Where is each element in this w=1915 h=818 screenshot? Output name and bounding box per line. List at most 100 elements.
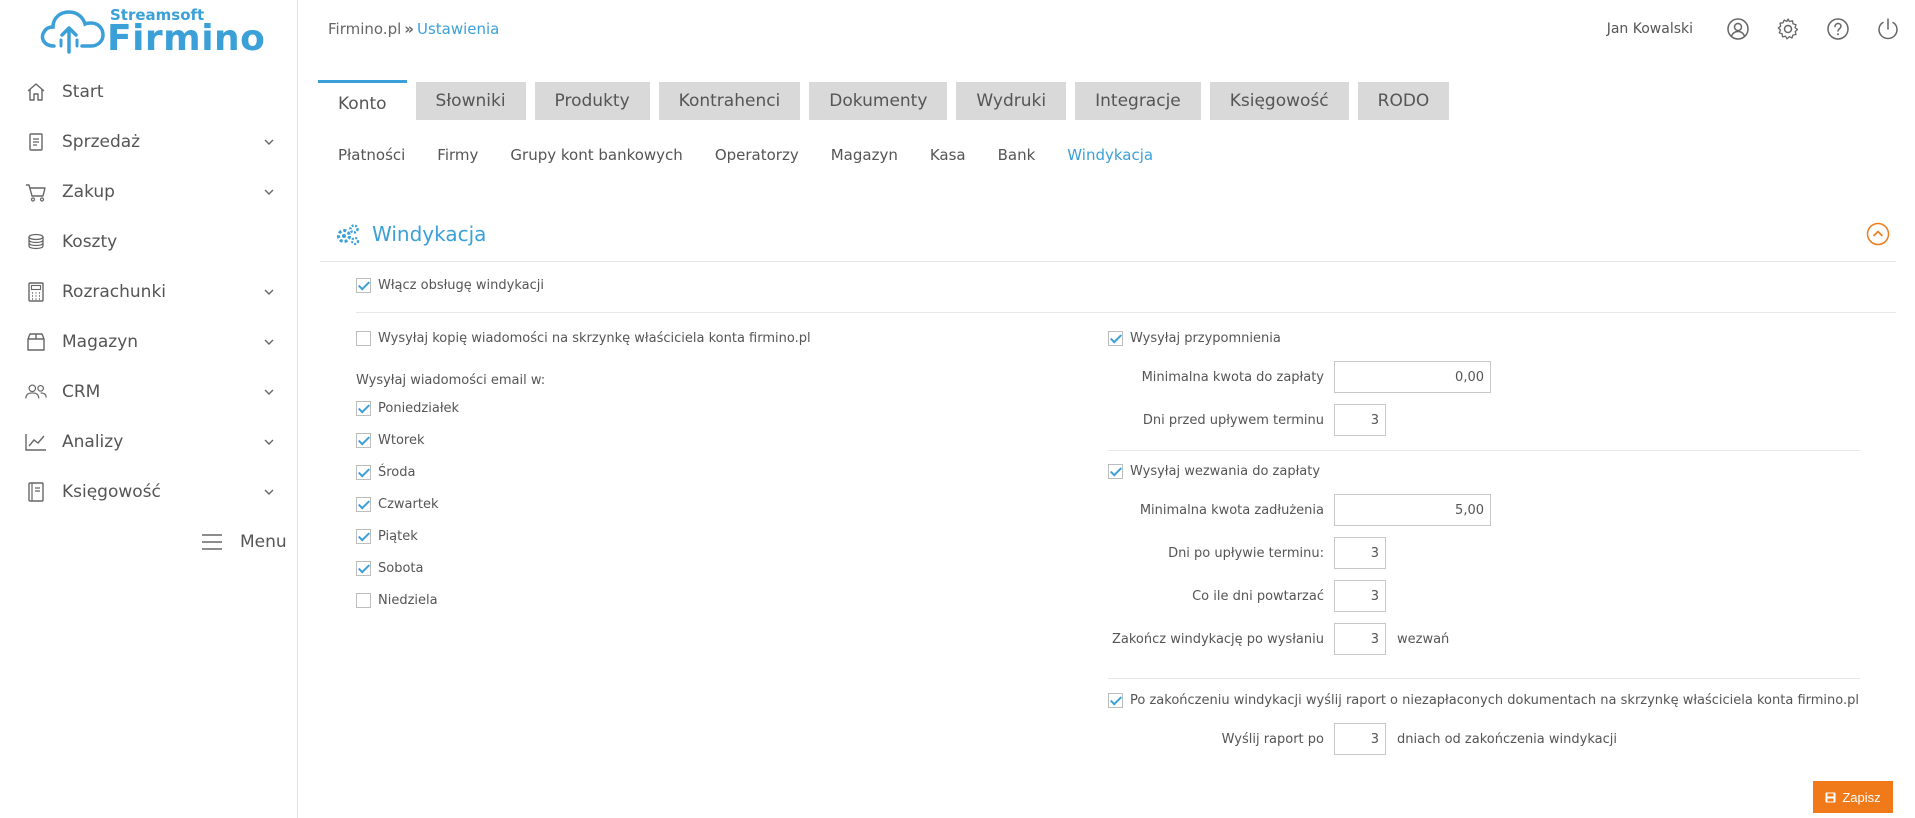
day-checkbox[interactable] (356, 561, 371, 576)
tab-dokumenty[interactable]: Dokumenty (809, 82, 948, 120)
tab-rodo[interactable]: RODO (1357, 82, 1450, 120)
days-after-input[interactable] (1334, 537, 1386, 569)
finish-after-input[interactable] (1334, 623, 1386, 655)
tab-wydruki[interactable]: Wydruki (956, 82, 1067, 120)
sidebar-item-label: Zakup (62, 182, 115, 202)
day-label: Sobota (378, 561, 424, 576)
day-row-piatek[interactable]: Piątek (356, 529, 418, 544)
breadcrumb-root[interactable]: Firmino.pl (328, 20, 401, 38)
subtab-magazyn[interactable]: Magazyn (831, 146, 898, 164)
chevron-down-icon (264, 489, 274, 495)
min-amount-input[interactable] (1334, 361, 1491, 393)
tab-slowniki[interactable]: Słowniki (415, 82, 526, 120)
day-checkbox[interactable] (356, 401, 371, 416)
sidebar-item-start[interactable]: Start (0, 72, 298, 112)
sidebar-item-label: Analizy (62, 432, 124, 452)
day-label: Poniedziałek (378, 401, 460, 416)
hamburger-icon (202, 534, 222, 550)
demands-checkbox[interactable] (1108, 464, 1123, 479)
menu-toggle-button[interactable]: Menu (200, 528, 290, 556)
day-row-sobota[interactable]: Sobota (356, 561, 423, 576)
days-before-label: Dni przed upływem terminu (1142, 413, 1324, 428)
demands-row[interactable]: Wysyłaj wezwania do zapłaty (1108, 464, 1320, 479)
subtab-operatorzy[interactable]: Operatorzy (715, 146, 799, 164)
sidebar-item-koszty[interactable]: Koszty (0, 222, 298, 262)
tab-konto[interactable]: Konto (318, 80, 407, 122)
gears-icon (334, 222, 362, 252)
power-icon[interactable] (1875, 16, 1901, 42)
save-button[interactable]: Zapisz (1813, 781, 1893, 813)
subtab-windykacja[interactable]: Windykacja (1067, 146, 1153, 164)
day-row-wtorek[interactable]: Wtorek (356, 433, 425, 448)
divider (1108, 450, 1860, 451)
chevron-down-icon (264, 289, 274, 295)
subtab-grupy-kont-bankowych[interactable]: Grupy kont bankowych (510, 146, 682, 164)
chevron-down-icon (264, 339, 274, 345)
chevron-down-icon (264, 189, 274, 195)
tab-ksiegowosc[interactable]: Księgowość (1209, 82, 1349, 120)
subtab-firmy[interactable]: Firmy (437, 146, 478, 164)
book-icon (24, 480, 48, 504)
day-label: Piątek (378, 529, 418, 544)
save-label: Zapisz (1842, 789, 1881, 805)
days-after-label: Dni po upływie terminu: (1168, 546, 1324, 561)
subtab-kasa[interactable]: Kasa (930, 146, 966, 164)
tab-kontrahenci[interactable]: Kontrahenci (658, 82, 801, 120)
report-row[interactable]: Po zakończeniu windykacji wyślij raport … (1108, 693, 1859, 708)
reminders-row[interactable]: Wysyłaj przypomnienia (1108, 331, 1281, 346)
day-checkbox[interactable] (356, 433, 371, 448)
copy-to-owner-row[interactable]: Wysyłaj kopię wiadomości na skrzynkę wła… (356, 331, 811, 346)
sidebar-item-label: CRM (62, 382, 101, 402)
report-checkbox[interactable] (1108, 693, 1123, 708)
day-row-poniedzialek[interactable]: Poniedziałek (356, 401, 459, 416)
day-checkbox[interactable] (356, 529, 371, 544)
section-header: Windykacja (320, 218, 1896, 262)
cart-icon (24, 180, 48, 204)
repeat-days-input[interactable] (1334, 580, 1386, 612)
sidebar-item-rozrachunki[interactable]: Rozrachunki (0, 272, 298, 312)
subtab-bank[interactable]: Bank (998, 146, 1036, 164)
demands-label: Wysyłaj wezwania do zapłaty (1130, 464, 1321, 479)
breadcrumb: Firmino.pl» Ustawienia (328, 20, 499, 38)
day-row-niedziela[interactable]: Niedziela (356, 593, 438, 608)
sidebar-item-label: Start (62, 82, 104, 102)
days-before-input[interactable] (1334, 404, 1386, 436)
sidebar-item-label: Księgowość (62, 482, 161, 502)
min-debt-input[interactable] (1334, 494, 1491, 526)
user-bar: Jan Kowalski (1607, 14, 1901, 44)
sidebar-item-sprzedaz[interactable]: Sprzedaż (0, 122, 298, 162)
sidebar: Streamsoft Firmino Start Sprzedaż Zakup … (0, 0, 298, 818)
copy-to-owner-checkbox[interactable] (356, 331, 371, 346)
divider (356, 312, 1896, 313)
enable-windykacja-row[interactable]: Włącz obsługę windykacji (356, 278, 544, 293)
enable-windykacja-checkbox[interactable] (356, 278, 371, 293)
send-report-suffix: dniach od zakończenia windykacji (1397, 732, 1617, 747)
tab-produkty[interactable]: Produkty (534, 82, 650, 120)
sidebar-item-analizy[interactable]: Analizy (0, 422, 298, 462)
day-row-sroda[interactable]: Środa (356, 465, 415, 480)
user-icon[interactable] (1725, 16, 1751, 42)
day-checkbox[interactable] (356, 593, 371, 608)
day-checkbox[interactable] (356, 497, 371, 512)
min-debt-label: Minimalna kwota zadłużenia (1139, 503, 1324, 518)
tab-integracje[interactable]: Integracje (1075, 82, 1201, 120)
help-icon[interactable] (1825, 16, 1851, 42)
subtab-platnosci[interactable]: Płatności (338, 146, 405, 164)
logo[interactable]: Streamsoft Firmino (38, 4, 268, 60)
day-checkbox[interactable] (356, 465, 371, 480)
send-report-input[interactable] (1334, 723, 1386, 755)
coins-icon (24, 230, 48, 254)
section-title: Windykacja (372, 222, 487, 246)
gear-icon[interactable] (1775, 16, 1801, 42)
reminders-checkbox[interactable] (1108, 331, 1123, 346)
sidebar-item-ksiegowosc[interactable]: Księgowość (0, 472, 298, 512)
collapse-icon[interactable] (1866, 222, 1890, 246)
day-row-czwartek[interactable]: Czwartek (356, 497, 438, 512)
sidebar-item-zakup[interactable]: Zakup (0, 172, 298, 212)
sub-tabs: Płatności Firmy Grupy kont bankowych Ope… (338, 146, 1185, 164)
sidebar-item-magazyn[interactable]: Magazyn (0, 322, 298, 362)
sidebar-item-crm[interactable]: CRM (0, 372, 298, 412)
divider (1108, 678, 1860, 679)
chevron-down-icon (264, 439, 274, 445)
breadcrumb-current[interactable]: Ustawienia (417, 20, 499, 38)
